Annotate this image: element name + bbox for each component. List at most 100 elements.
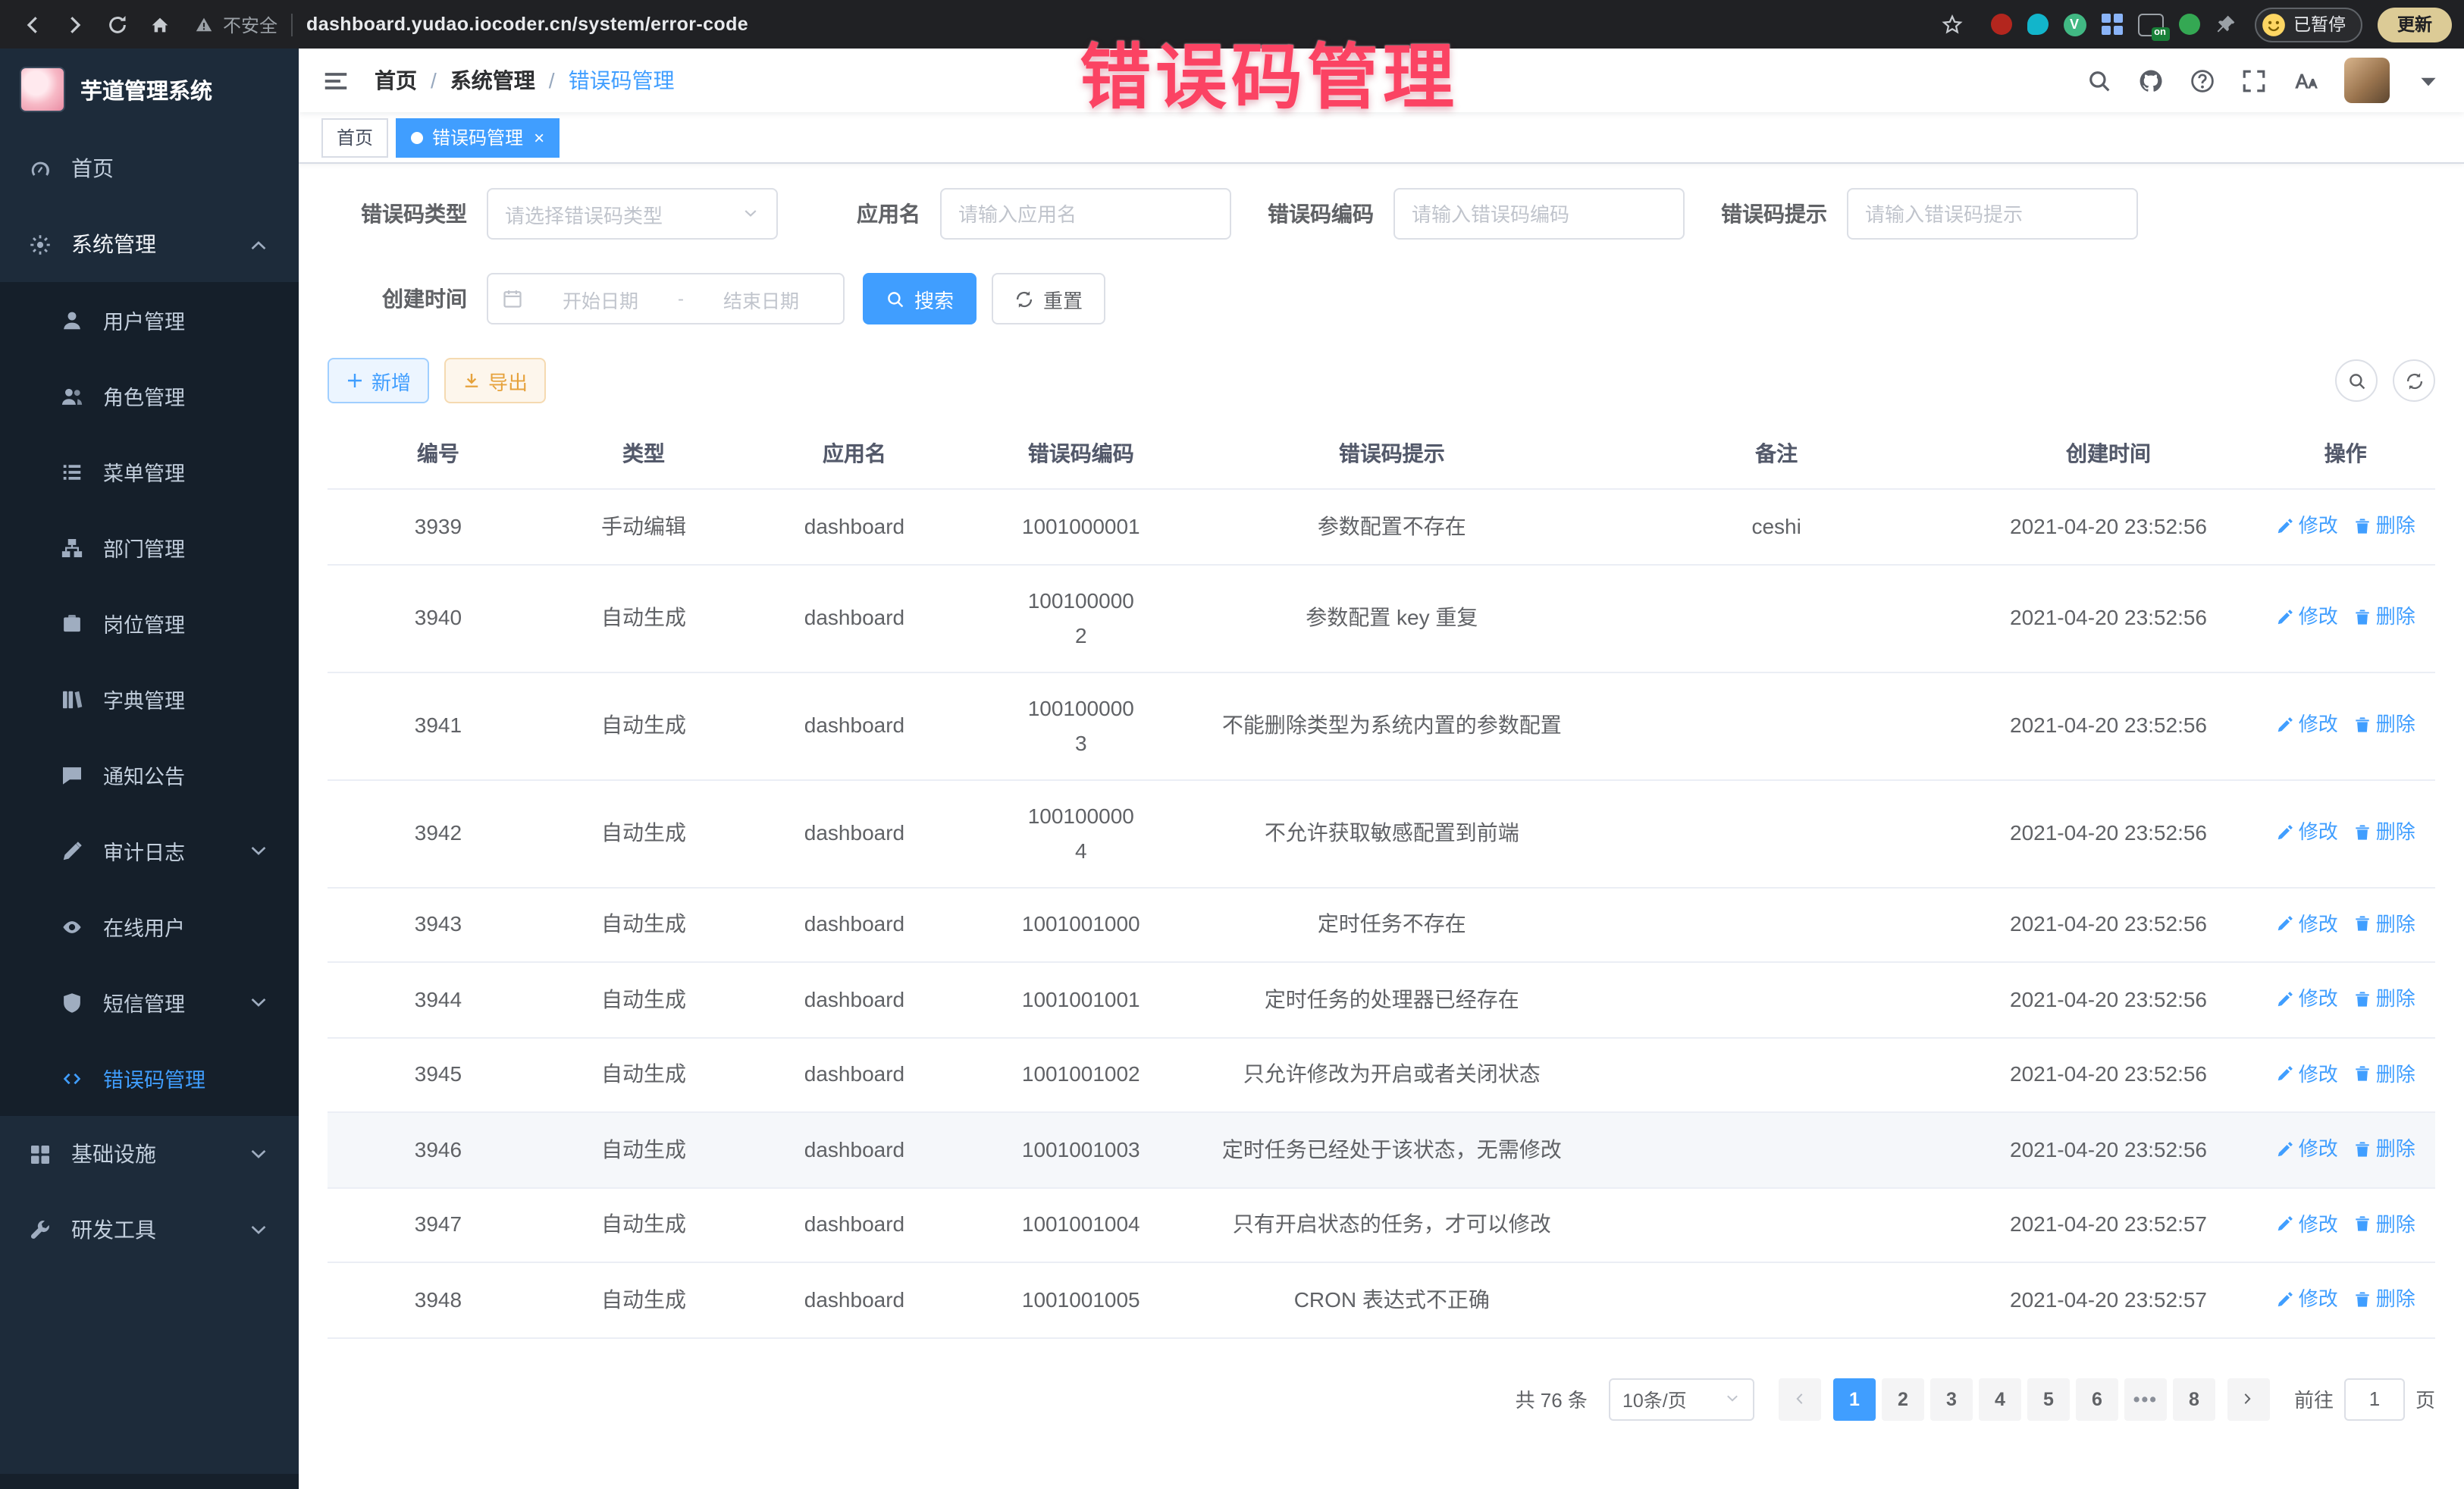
cell-remark xyxy=(1592,1187,1961,1262)
op-label: 修改 xyxy=(2299,600,2338,635)
sidebar-item-notice[interactable]: 通知公告 xyxy=(0,737,299,813)
breadcrumb-item[interactable]: 系统管理 xyxy=(450,65,535,96)
delete-button[interactable]: 删除 xyxy=(2353,1131,2415,1166)
edit-button[interactable]: 修改 xyxy=(2276,981,2338,1016)
sidebar-item-infra[interactable]: 基础设施 xyxy=(0,1116,299,1192)
edit-button[interactable]: 修改 xyxy=(2276,815,2338,850)
delete-button[interactable]: 删除 xyxy=(2353,1206,2415,1241)
bookmark-star-icon[interactable] xyxy=(1933,5,1972,44)
user-avatar[interactable] xyxy=(2344,58,2390,103)
forward-icon[interactable] xyxy=(55,5,94,44)
sidebar-item-system[interactable]: 系统管理 xyxy=(0,206,299,282)
page-button[interactable]: 5 xyxy=(2027,1378,2070,1420)
sidebar-item-home[interactable]: 首页 xyxy=(0,130,299,206)
tab-home[interactable]: 首页 xyxy=(321,118,388,157)
sidebar-item-user[interactable]: 用户管理 xyxy=(0,282,299,358)
sidebar-item-sms[interactable]: 短信管理 xyxy=(0,964,299,1040)
reload-icon[interactable] xyxy=(97,5,136,44)
edit-button[interactable]: 修改 xyxy=(2276,508,2338,543)
extension-icon[interactable] xyxy=(1990,14,2011,35)
delete-button[interactable]: 删除 xyxy=(2353,1056,2415,1091)
page-button[interactable]: 6 xyxy=(2076,1378,2118,1420)
filter-row-1: 错误码类型 请选择错误码类型 应用名 错误码编码 xyxy=(328,188,2435,240)
edit-button[interactable]: 修改 xyxy=(2276,1056,2338,1091)
cell-error-code: 100100000 4 xyxy=(970,779,1192,887)
extension-icon[interactable] xyxy=(2027,14,2048,35)
edit-button[interactable]: 修改 xyxy=(2276,1206,2338,1241)
hamburger-icon[interactable] xyxy=(321,66,350,95)
error-code-input[interactable] xyxy=(1393,188,1685,240)
delete-button[interactable]: 删除 xyxy=(2353,815,2415,850)
edit-button[interactable]: 修改 xyxy=(2276,1281,2338,1316)
extension-icon[interactable] xyxy=(2101,14,2122,35)
close-icon[interactable]: × xyxy=(534,128,544,146)
sidebar-item-menu[interactable]: 菜单管理 xyxy=(0,434,299,509)
fullscreen-icon[interactable] xyxy=(2241,67,2267,93)
sidebar-item-error-code[interactable]: 错误码管理 xyxy=(0,1040,299,1116)
github-icon[interactable] xyxy=(2138,67,2164,93)
delete-button[interactable]: 删除 xyxy=(2353,707,2415,742)
error-hint-input[interactable] xyxy=(1847,188,2138,240)
column-header: 应用名 xyxy=(738,418,970,489)
page-button[interactable]: 3 xyxy=(1930,1378,1973,1420)
delete-button[interactable]: 删除 xyxy=(2353,906,2415,941)
page-size-select[interactable]: 10条/页 xyxy=(1609,1378,1754,1420)
end-date-placeholder: 结束日期 xyxy=(693,284,829,313)
goto-page-input[interactable] xyxy=(2344,1378,2405,1420)
reset-button[interactable]: 重置 xyxy=(992,273,1105,324)
error-type-select[interactable]: 请选择错误码类型 xyxy=(487,188,778,240)
extension-icon[interactable] xyxy=(2178,14,2199,35)
page-button[interactable]: 2 xyxy=(1882,1378,1924,1420)
search-button[interactable]: 搜索 xyxy=(863,273,977,324)
pin-extension-icon[interactable] xyxy=(2215,14,2236,35)
prev-page-button[interactable] xyxy=(1779,1378,1821,1420)
delete-button[interactable]: 删除 xyxy=(2353,600,2415,635)
address-bar[interactable]: 不安全 dashboard.yudao.iocoder.cn/system/er… xyxy=(194,11,1930,37)
toggle-search-button[interactable] xyxy=(2335,359,2378,402)
page-button[interactable]: 1 xyxy=(1833,1378,1876,1420)
app-name-input[interactable] xyxy=(940,188,1231,240)
sidebar-item-role[interactable]: 角色管理 xyxy=(0,358,299,434)
tab-error-code[interactable]: 错误码管理× xyxy=(396,118,560,157)
extension-icon[interactable]: on xyxy=(2137,13,2163,36)
page-button[interactable]: 4 xyxy=(1979,1378,2021,1420)
sidebar-item-devtool[interactable]: 研发工具 xyxy=(0,1192,299,1268)
back-icon[interactable] xyxy=(12,5,52,44)
sidebar-item-label: 角色管理 xyxy=(103,381,185,411)
op-label: 修改 xyxy=(2299,981,2338,1016)
filter-row-2: 创建时间 开始日期 - 结束日期 搜索 重置 xyxy=(328,273,2435,324)
delete-button[interactable]: 删除 xyxy=(2353,508,2415,543)
page-button[interactable]: 8 xyxy=(2173,1378,2215,1420)
edit-button[interactable]: 修改 xyxy=(2276,1131,2338,1166)
sidebar-item-post[interactable]: 岗位管理 xyxy=(0,585,299,661)
font-size-icon[interactable] xyxy=(2293,67,2318,93)
sidebar-item-label: 短信管理 xyxy=(103,987,185,1017)
refresh-table-button[interactable] xyxy=(2393,359,2435,402)
edit-button[interactable]: 修改 xyxy=(2276,906,2338,941)
filter-error-code: 错误码编码 xyxy=(1234,188,1685,240)
plus-icon xyxy=(346,371,364,390)
chevron-down-icon[interactable] xyxy=(2415,67,2441,93)
sidebar-item-dept[interactable]: 部门管理 xyxy=(0,509,299,585)
home-icon[interactable] xyxy=(140,5,179,44)
delete-button[interactable]: 删除 xyxy=(2353,1281,2415,1316)
security-indicator[interactable]: 不安全 xyxy=(194,11,277,37)
op-label: 删除 xyxy=(2376,815,2415,850)
vue-devtools-extension-icon[interactable]: V xyxy=(2063,13,2086,36)
delete-button[interactable]: 删除 xyxy=(2353,981,2415,1016)
edit-button[interactable]: 修改 xyxy=(2276,600,2338,635)
export-button[interactable]: 导出 xyxy=(444,358,546,403)
date-range-picker[interactable]: 开始日期 - 结束日期 xyxy=(487,273,845,324)
help-icon[interactable] xyxy=(2190,67,2215,93)
active-tab-dot-icon xyxy=(411,131,423,143)
paused-badge[interactable]: 已暂停 xyxy=(2254,7,2362,42)
sidebar-item-audit-log[interactable]: 审计日志 xyxy=(0,813,299,889)
breadcrumb-item[interactable]: 首页 xyxy=(375,65,417,96)
add-button[interactable]: 新增 xyxy=(328,358,429,403)
search-icon[interactable] xyxy=(2086,67,2112,93)
sidebar-item-dict[interactable]: 字典管理 xyxy=(0,661,299,737)
edit-button[interactable]: 修改 xyxy=(2276,707,2338,742)
update-button[interactable]: 更新 xyxy=(2378,7,2452,42)
sidebar-item-online-user[interactable]: 在线用户 xyxy=(0,889,299,964)
next-page-button[interactable] xyxy=(2227,1378,2270,1420)
